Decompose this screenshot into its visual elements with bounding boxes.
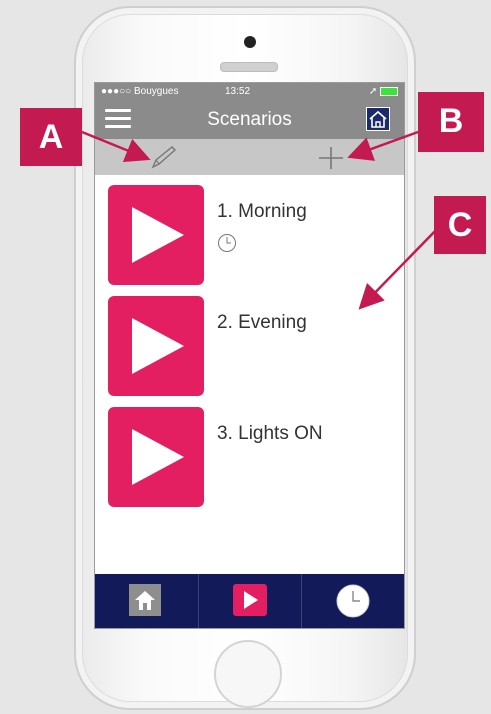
home-icon bbox=[129, 584, 161, 616]
plus-icon[interactable] bbox=[319, 147, 343, 169]
status-bar: ●●●○○ Bouygues 13:52 ➚ bbox=[95, 83, 404, 101]
phone-home-button[interactable] bbox=[214, 640, 282, 708]
play-icon bbox=[132, 429, 184, 485]
home-icon[interactable] bbox=[366, 107, 390, 131]
pencil-icon[interactable] bbox=[147, 145, 179, 171]
clock-icon bbox=[218, 234, 236, 252]
callout-b: B bbox=[418, 92, 484, 152]
edit-toolbar bbox=[95, 139, 404, 175]
list-item[interactable]: 1. Morning bbox=[95, 185, 404, 285]
play-icon bbox=[233, 584, 267, 616]
tab-home[interactable] bbox=[95, 574, 198, 628]
camera bbox=[244, 36, 256, 48]
tab-scenarios[interactable] bbox=[198, 574, 302, 628]
tab-bar bbox=[95, 574, 404, 628]
speaker bbox=[220, 62, 278, 72]
tab-timers[interactable] bbox=[301, 574, 404, 628]
nav-bar: Scenarios bbox=[95, 101, 404, 139]
callout-c: C bbox=[434, 196, 486, 254]
scenario-label: 3. Lights ON bbox=[217, 423, 323, 444]
play-icon bbox=[132, 318, 184, 374]
page-title: Scenarios bbox=[207, 109, 292, 130]
list-item[interactable]: 3. Lights ON bbox=[95, 407, 404, 507]
carrier: ●●●○○ Bouygues bbox=[101, 86, 179, 97]
battery-icon: ➚ bbox=[369, 86, 398, 97]
play-icon bbox=[132, 207, 184, 263]
clock-time: 13:52 bbox=[225, 86, 251, 97]
play-button[interactable] bbox=[108, 185, 204, 285]
callout-a: A bbox=[20, 108, 82, 166]
scenario-label: 1. Morning bbox=[217, 201, 307, 222]
play-button[interactable] bbox=[108, 296, 204, 396]
play-button[interactable] bbox=[108, 407, 204, 507]
app-screen: ●●●○○ Bouygues 13:52 ➚ Scenarios 1. Morn… bbox=[94, 82, 405, 629]
clock-icon bbox=[336, 584, 370, 618]
list-item[interactable]: 2. Evening bbox=[95, 296, 404, 396]
scenario-label: 2. Evening bbox=[217, 312, 307, 333]
